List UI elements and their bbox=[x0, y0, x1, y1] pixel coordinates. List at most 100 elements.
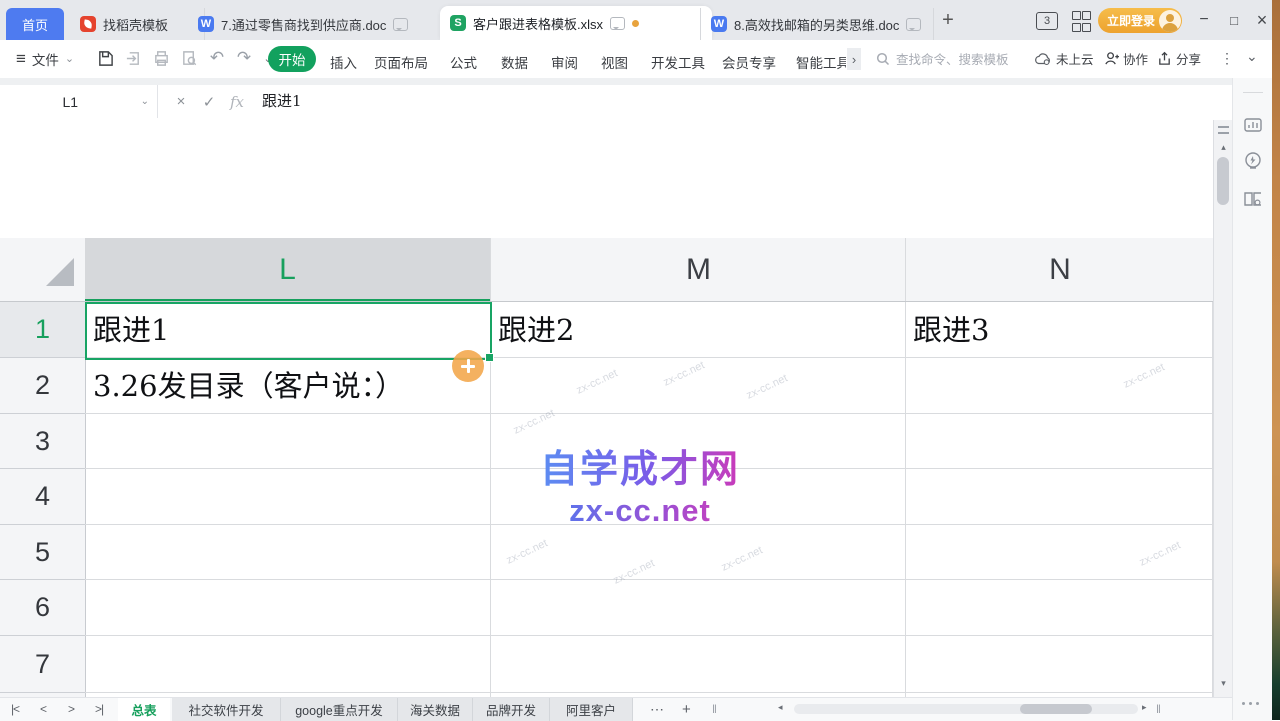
login-button[interactable]: 立即登录 bbox=[1098, 8, 1182, 33]
select-all-triangle-icon bbox=[46, 258, 74, 286]
file-menu[interactable]: ≡ 文件 ⌄ bbox=[16, 40, 74, 77]
cell-N1[interactable]: 跟进3 bbox=[913, 302, 989, 358]
cloud-status[interactable]: 未上云 bbox=[1034, 40, 1094, 77]
workspace-grid-icon[interactable] bbox=[1072, 11, 1089, 32]
hscroll-right-icon[interactable]: ▸ bbox=[1142, 702, 1147, 713]
sheet-more-icon[interactable]: ⋯ bbox=[650, 698, 664, 721]
share-icon bbox=[1157, 51, 1172, 66]
name-box-caret-icon[interactable]: ⌄ bbox=[141, 96, 149, 107]
login-label: 立即登录 bbox=[1107, 12, 1155, 29]
cloud-icon bbox=[1034, 52, 1052, 66]
sidebar-more-icon[interactable] bbox=[1242, 702, 1259, 705]
vertical-scroll-thumb[interactable] bbox=[1217, 157, 1229, 205]
insert-function-button[interactable]: fx bbox=[224, 85, 250, 118]
row-header-5[interactable]: 5 bbox=[0, 525, 86, 580]
print-button[interactable] bbox=[149, 46, 173, 70]
ribbon-tab-devtools[interactable]: 开发工具 bbox=[651, 52, 705, 72]
row-header-2[interactable]: 2 bbox=[0, 358, 86, 414]
sheet-tab-google[interactable]: google重点开发 bbox=[281, 698, 398, 721]
tab-splitter-icon[interactable]: ‖ bbox=[712, 698, 717, 721]
writer-doc-icon: W bbox=[711, 16, 727, 32]
sheet-nav-prev[interactable]: < bbox=[30, 698, 56, 721]
window-switcher-icon[interactable]: 3 bbox=[1036, 12, 1058, 30]
sheet-nav-next[interactable]: > bbox=[58, 698, 84, 721]
export-button[interactable] bbox=[121, 46, 145, 70]
row-header-6[interactable]: 6 bbox=[0, 580, 86, 636]
ribbon-tab-review[interactable]: 审阅 bbox=[551, 52, 578, 72]
close-button[interactable]: × bbox=[1250, 8, 1274, 32]
print-preview-button[interactable] bbox=[177, 46, 201, 70]
ribbon-tab-pagelayout[interactable]: 页面布局 bbox=[374, 52, 428, 72]
ribbon-search[interactable]: 查找命令、搜索模板 bbox=[876, 40, 1009, 77]
gridline bbox=[85, 579, 1213, 580]
new-tab-button[interactable]: + bbox=[936, 8, 960, 32]
ribbon-tabs-overflow-chevron-icon[interactable]: › bbox=[847, 48, 861, 70]
split-handle-icon[interactable] bbox=[1218, 126, 1229, 134]
sheet-nav-first[interactable]: |< bbox=[2, 698, 28, 721]
cell-M1[interactable]: 跟进2 bbox=[498, 302, 574, 358]
tab-doc-email[interactable]: W 8.高效找邮箱的另类思维.doc bbox=[700, 8, 934, 40]
column-header-N[interactable]: N bbox=[905, 238, 1214, 302]
cell-L2[interactable]: 3.26发目录（客户说：） bbox=[93, 358, 404, 414]
watermark-title: 自学成才网 bbox=[540, 438, 740, 493]
undo-button[interactable]: ↶ bbox=[205, 46, 229, 70]
gridline bbox=[85, 635, 1213, 636]
minimize-button[interactable]: − bbox=[1192, 8, 1216, 32]
tab-active-spreadsheet[interactable]: S 客户跟进表格模板.xlsx bbox=[440, 6, 712, 40]
title-bar: 首页 找稻壳模板 W 7.通过零售商找到供应商.doc S 客户跟进表格模板.x… bbox=[0, 0, 1280, 40]
ribbon-tab-start[interactable]: 开始 bbox=[268, 46, 316, 72]
sheet-tab-customs[interactable]: 海关数据 bbox=[398, 698, 473, 721]
tab-doc-retailer[interactable]: W 7.通过零售商找到供应商.doc bbox=[188, 8, 451, 40]
vertical-scrollbar[interactable]: ▴ ▾ bbox=[1213, 120, 1233, 697]
fill-handle[interactable] bbox=[485, 353, 494, 362]
more-options-icon[interactable]: ⋮ bbox=[1220, 50, 1234, 67]
name-box[interactable]: L1 ⌄ bbox=[0, 85, 158, 118]
ribbon-tab-insert[interactable]: 插入 bbox=[330, 52, 357, 72]
gridline bbox=[85, 692, 1213, 693]
collaborate-button[interactable]: 协作 bbox=[1104, 40, 1148, 77]
spreadsheet-grid: L M N 1 2 3 4 5 6 7 8 9 zx-cc.net zx-cc.… bbox=[0, 118, 1232, 697]
ribbon-tab-view[interactable]: 视图 bbox=[601, 52, 628, 72]
tab-label: 客户跟进表格模板.xlsx bbox=[473, 14, 603, 33]
add-sheet-button[interactable]: + bbox=[682, 698, 691, 721]
scroll-up-icon[interactable]: ▴ bbox=[1214, 142, 1233, 153]
home-tab[interactable]: 首页 bbox=[6, 8, 64, 40]
ribbon-tab-member[interactable]: 会员专享 bbox=[722, 52, 776, 72]
column-header-M[interactable]: M bbox=[490, 238, 906, 302]
sheet-tab-brand[interactable]: 品牌开发 bbox=[473, 698, 550, 721]
share-button[interactable]: 分享 bbox=[1157, 40, 1201, 77]
tab-docer-templates[interactable]: 找稻壳模板 bbox=[70, 8, 205, 40]
ribbon-tab-data[interactable]: 数据 bbox=[501, 52, 528, 72]
watermark-site: zx-cc.net bbox=[540, 493, 740, 529]
effects-tool-icon[interactable] bbox=[1242, 150, 1264, 172]
sheet-nav-last[interactable]: >| bbox=[86, 698, 112, 721]
hscroll-left-icon[interactable]: ◂ bbox=[778, 702, 783, 713]
formula-input-value[interactable]: 跟进1 bbox=[262, 85, 302, 118]
row-header-4[interactable]: 4 bbox=[0, 469, 86, 525]
ribbon-tab-formula[interactable]: 公式 bbox=[450, 52, 477, 72]
ribbon-tab-smarttools[interactable]: 智能工具 bbox=[796, 52, 846, 72]
collapse-ribbon-icon[interactable]: ⌄ bbox=[1246, 48, 1258, 65]
sheet-tab-summary[interactable]: 总表 bbox=[118, 698, 170, 721]
row-header-3[interactable]: 3 bbox=[0, 414, 86, 469]
save-button[interactable] bbox=[93, 46, 117, 70]
column-header-L[interactable]: L bbox=[85, 238, 490, 302]
formula-cancel-button[interactable]: × bbox=[168, 85, 194, 118]
reading-book-icon[interactable] bbox=[1242, 188, 1264, 210]
formula-confirm-button[interactable]: ✓ bbox=[196, 85, 222, 118]
tile-watermark: zx-cc.net bbox=[612, 557, 657, 586]
horizontal-scroll-thumb[interactable] bbox=[1020, 704, 1092, 714]
scroll-down-icon[interactable]: ▾ bbox=[1214, 678, 1233, 689]
sheet-tab-social[interactable]: 社交软件开发 bbox=[172, 698, 281, 721]
name-box-value: L1 bbox=[0, 94, 141, 110]
search-placeholder: 查找命令、搜索模板 bbox=[896, 49, 1009, 68]
row-header-1[interactable]: 1 bbox=[0, 302, 86, 358]
redo-button[interactable]: ↷ bbox=[232, 46, 256, 70]
chart-panel-icon[interactable] bbox=[1242, 114, 1264, 136]
maximize-button[interactable]: □ bbox=[1222, 8, 1246, 32]
sheet-tab-alibaba[interactable]: 阿里客户 bbox=[550, 698, 633, 721]
hamburger-icon: ≡ bbox=[16, 49, 26, 69]
row-header-7[interactable]: 7 bbox=[0, 636, 86, 693]
tile-watermark: zx-cc.net bbox=[1122, 361, 1167, 390]
tab-splitter-icon[interactable]: ‖ bbox=[1156, 698, 1161, 721]
